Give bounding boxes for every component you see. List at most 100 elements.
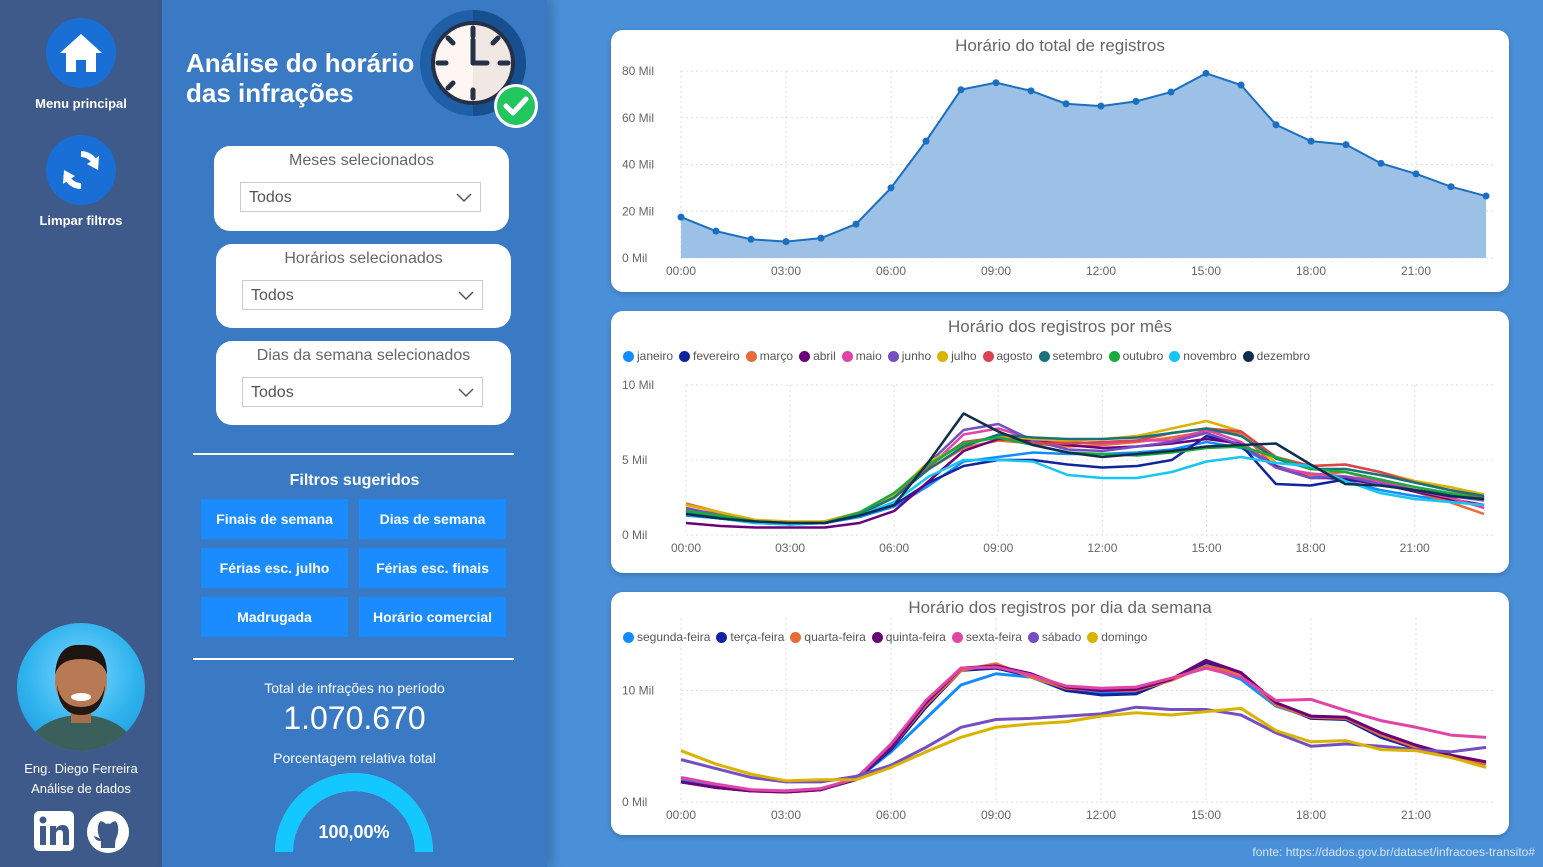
legend-item-quinta-feira[interactable]: quinta-feira bbox=[871, 630, 946, 644]
data-point bbox=[747, 235, 755, 243]
legend-dot bbox=[716, 631, 728, 643]
legend-dot bbox=[790, 631, 802, 643]
legend-label: sexta-feira bbox=[965, 630, 1022, 644]
chart-weekday-legend: segunda-feira terça-feira quarta-feira quin… bbox=[623, 630, 1149, 644]
chart-weekday-card: 0 Mil 10 Mil 00:00 03:00 06:00 09:00 12:00 15:0… bbox=[611, 592, 1509, 835]
legend-item-domingo[interactable]: domingo bbox=[1087, 630, 1147, 644]
x-tick-label: 12:00 bbox=[1086, 808, 1116, 822]
legend-dot bbox=[1027, 631, 1039, 643]
legend-item-janeiro[interactable]: janeiro bbox=[623, 349, 673, 363]
legend-label: sábado bbox=[1041, 630, 1082, 644]
data-point bbox=[852, 220, 860, 228]
legend-item-junho[interactable]: junho bbox=[887, 349, 932, 363]
legend-dot bbox=[1242, 350, 1254, 362]
legend-label: quarta-feira bbox=[804, 630, 866, 644]
legend-item-dezembro[interactable]: dezembro bbox=[1242, 349, 1310, 363]
legend-dot bbox=[937, 350, 949, 362]
legend-item-agosto[interactable]: agosto bbox=[982, 349, 1033, 363]
legend-dot bbox=[679, 350, 691, 362]
july-vacation-filter-button[interactable]: Férias esc. julho bbox=[201, 548, 348, 588]
chart-weekday: 0 Mil 10 Mil 00:00 03:00 06:00 09:00 12:00 15:0… bbox=[622, 618, 1496, 822]
author-avatar bbox=[17, 623, 145, 751]
legend-item-maio[interactable]: maio bbox=[841, 349, 882, 363]
x-tick-label: 06:00 bbox=[876, 264, 906, 278]
filter-hours-select[interactable]: Todos bbox=[242, 280, 483, 310]
legend-label: janeiro bbox=[637, 349, 674, 363]
legend-item-julho[interactable]: julho bbox=[937, 349, 977, 363]
legend-label: fevereiro bbox=[693, 349, 740, 363]
legend-item-fevereiro[interactable]: fevereiro bbox=[679, 349, 740, 363]
legend-label: domingo bbox=[1101, 630, 1148, 644]
filter-panel: Análise do horário das infrações Meses s… bbox=[162, 0, 547, 867]
x-tick-label: 00:00 bbox=[671, 541, 701, 555]
filter-months-select[interactable]: Todos bbox=[240, 182, 481, 212]
final-vacation-filter-button[interactable]: Férias esc. finais bbox=[359, 548, 506, 588]
data-point bbox=[1342, 141, 1350, 149]
legend-item-outubro[interactable]: outubro bbox=[1108, 349, 1164, 363]
legend-dot bbox=[745, 350, 757, 362]
x-tick-label: 00:00 bbox=[666, 808, 696, 822]
page-title-line2: das infrações bbox=[186, 78, 354, 108]
github-icon[interactable] bbox=[86, 810, 130, 859]
legend-label: quinta-feira bbox=[885, 630, 946, 644]
legend-dot bbox=[951, 631, 963, 643]
y-tick-label: 5 Mil bbox=[622, 453, 647, 467]
filter-months: Meses selecionados Todos bbox=[214, 146, 509, 231]
home-label: Menu principal bbox=[35, 96, 127, 111]
data-point bbox=[1132, 97, 1140, 105]
x-tick-label: 00:00 bbox=[666, 264, 696, 278]
data-point bbox=[922, 137, 930, 145]
legend-item-terça-feira[interactable]: terça-feira bbox=[716, 630, 784, 644]
legend-label: abril bbox=[813, 349, 836, 363]
page-title: Análise do horário das infrações bbox=[186, 48, 414, 108]
legend-dot bbox=[871, 631, 883, 643]
filter-months-label: Meses selecionados bbox=[289, 152, 434, 169]
legend-item-novembro[interactable]: novembro bbox=[1169, 349, 1237, 363]
legend-item-quarta-feira[interactable]: quarta-feira bbox=[790, 630, 866, 644]
chart-total-title: Horário do total de registros bbox=[955, 36, 1165, 55]
linkedin-icon[interactable] bbox=[33, 810, 75, 857]
legend-item-setembro[interactable]: setembro bbox=[1038, 349, 1103, 363]
legend-label: outubro bbox=[1122, 349, 1164, 363]
legend-item-sábado[interactable]: sábado bbox=[1027, 630, 1082, 644]
legend-label: julho bbox=[951, 349, 977, 363]
filter-weekdays-select[interactable]: Todos bbox=[242, 377, 483, 407]
legend-item-segunda-feira[interactable]: segunda-feira bbox=[623, 630, 710, 644]
legend-dot bbox=[623, 350, 634, 362]
clear-filters-button[interactable]: Limpar filtros bbox=[0, 135, 162, 228]
dawn-filter-button[interactable]: Madrugada bbox=[201, 597, 348, 637]
legend-item-sexta-feira[interactable]: sexta-feira bbox=[951, 630, 1022, 644]
page-title-line1: Análise do horário bbox=[186, 48, 415, 78]
legend-dot bbox=[887, 350, 899, 362]
data-point bbox=[1307, 137, 1315, 145]
clock-check-icon bbox=[420, 10, 540, 135]
data-point bbox=[957, 86, 965, 94]
legend-label: segunda-feira bbox=[637, 630, 711, 644]
home-button[interactable]: Menu principal bbox=[0, 18, 162, 111]
legend-dot bbox=[1038, 350, 1050, 362]
total-infractions-value: 1.070.670 bbox=[283, 700, 426, 736]
weekend-filter-button[interactable]: Finais de semana bbox=[201, 499, 348, 539]
y-tick-label: 10 Mil bbox=[622, 378, 654, 392]
x-tick-label: 15:00 bbox=[1191, 808, 1221, 822]
x-tick-label: 21:00 bbox=[1400, 541, 1430, 555]
weekday-filter-button[interactable]: Dias de semana bbox=[359, 499, 506, 539]
y-tick-label: 40 Mil bbox=[622, 158, 654, 172]
chevron-down-icon bbox=[458, 291, 474, 301]
business-hours-filter-button[interactable]: Horário comercial bbox=[359, 597, 506, 637]
area-fill bbox=[681, 73, 1486, 259]
legend-dot bbox=[1087, 631, 1099, 643]
source-link[interactable]: fonte: https://dados.gov.br/dataset/infr… bbox=[1252, 845, 1535, 859]
data-point bbox=[782, 238, 790, 246]
x-tick-label: 18:00 bbox=[1296, 808, 1326, 822]
data-point bbox=[677, 213, 685, 221]
legend-item-março[interactable]: março bbox=[745, 349, 793, 363]
x-tick-label: 06:00 bbox=[879, 541, 909, 555]
legend-label: junho bbox=[901, 349, 932, 363]
legend-dot bbox=[1169, 350, 1181, 362]
left-nav: Menu principal Limpar filtros Eng. Diego… bbox=[0, 0, 162, 867]
data-point bbox=[1202, 69, 1210, 77]
legend-dot bbox=[1108, 350, 1120, 362]
x-tick-label: 03:00 bbox=[771, 264, 801, 278]
legend-item-abril[interactable]: abril bbox=[799, 349, 836, 363]
